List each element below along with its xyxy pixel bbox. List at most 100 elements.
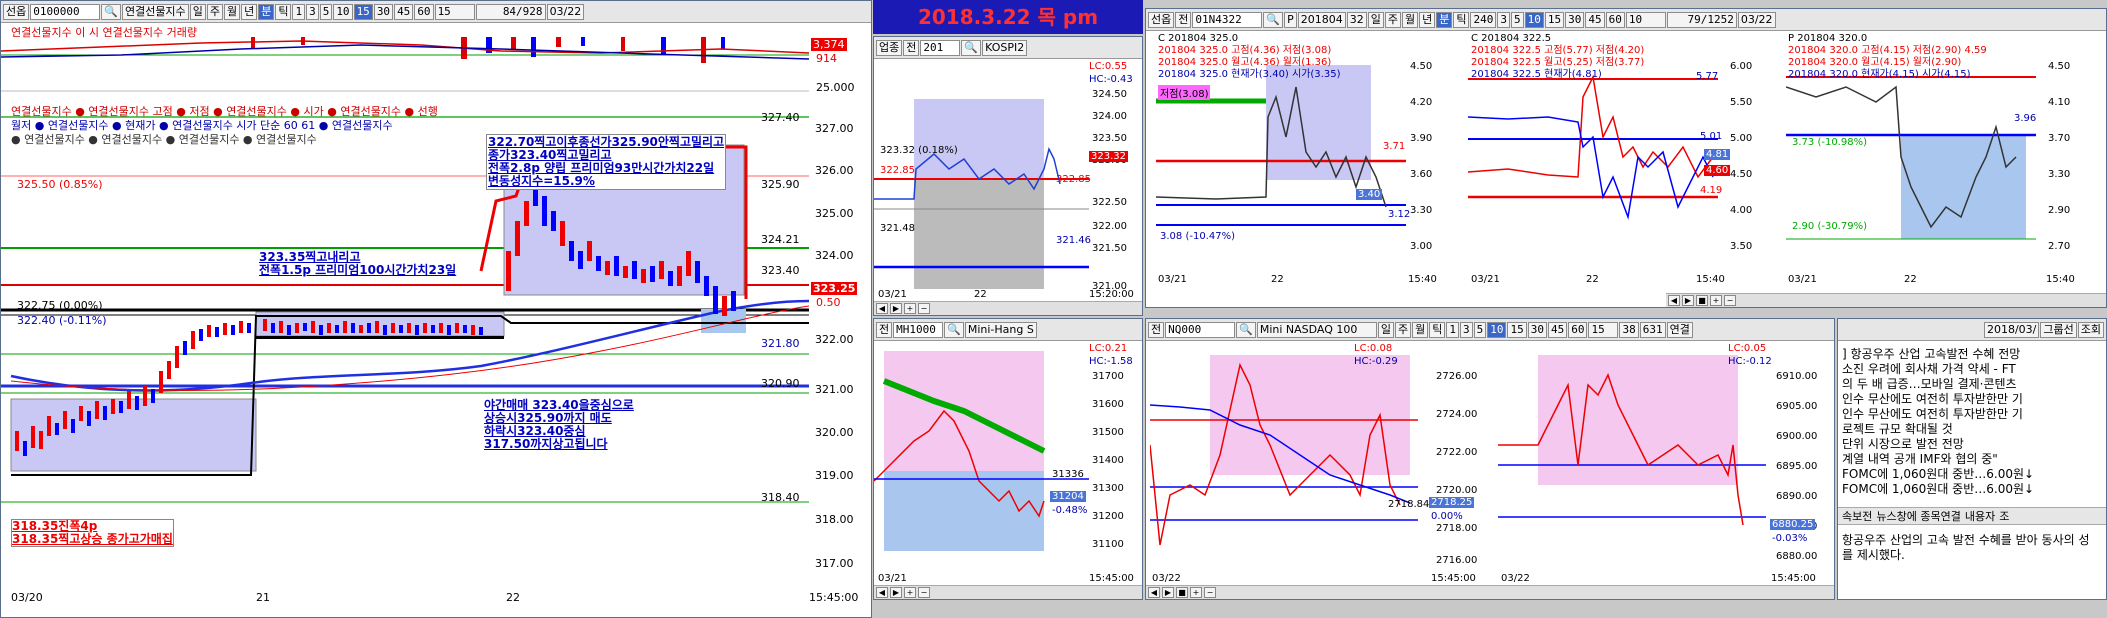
scroll-left-icon[interactable]: ◀ [876, 303, 888, 314]
zoom-out-icon[interactable]: − [918, 587, 930, 598]
news-item[interactable]: 인수 무산에도 여전히 투자받한만 기 [1842, 392, 2034, 407]
scroll-right-icon[interactable]: ▶ [890, 587, 902, 598]
tb-period-input[interactable]: 15 [434, 3, 475, 20]
nq-period[interactable]: 15 [1588, 321, 1619, 338]
opt-15[interactable]: 15 [1544, 11, 1565, 28]
opt-week[interactable]: 주 [1384, 11, 1401, 28]
news-extra-button[interactable]: 조 [1999, 508, 2009, 524]
opt-code[interactable]: 01N4322 [1192, 11, 1263, 28]
news-search-button[interactable]: 조회 [2077, 321, 2104, 338]
tb-market-select[interactable]: 선옵 [3, 3, 30, 20]
hang-code[interactable]: MH1000 [893, 321, 944, 338]
opt-year[interactable]: 년 [1419, 11, 1436, 28]
tb-45[interactable]: 45 [394, 3, 414, 20]
opt-tick[interactable]: 틱 [1453, 11, 1470, 28]
tb-60[interactable]: 60 [414, 3, 434, 20]
zoom-in-icon[interactable]: + [1710, 295, 1722, 306]
kospi-market-select[interactable]: 업종 [876, 39, 903, 56]
nq-tick[interactable]: 틱 [1429, 321, 1446, 338]
tb-minute[interactable]: 분 [258, 3, 275, 20]
zoom-in-icon[interactable]: + [904, 587, 916, 598]
tb-15[interactable]: 15 [353, 3, 373, 20]
scroll-right-icon[interactable]: ▶ [1162, 587, 1174, 598]
zoom-out-icon[interactable]: − [1724, 295, 1736, 306]
search-icon[interactable]: 🔍 [1263, 11, 1284, 28]
news-link-checkbox[interactable]: 뉴스창에 종목연결 [1876, 508, 1960, 524]
opt-period[interactable]: 10 [1625, 11, 1666, 28]
tb-day[interactable]: 일 [189, 3, 206, 20]
news-item[interactable]: 소진 우려에 회사채 가격 약세 - FT [1842, 362, 2034, 377]
opt-30[interactable]: 30 [1565, 11, 1585, 28]
kospi-scrollbar[interactable]: ◀ ▶ + − [874, 301, 1142, 315]
nq-5[interactable]: 5 [1473, 321, 1487, 338]
news-group[interactable]: 그룹선 [2040, 321, 2077, 338]
nq-10[interactable]: 10 [1487, 321, 1507, 338]
zoom-in-icon[interactable]: + [1190, 587, 1202, 598]
search-icon[interactable]: 🔍 [101, 3, 121, 20]
tb-30[interactable]: 30 [373, 3, 394, 20]
opt-market[interactable]: 선옵 [1148, 11, 1175, 28]
tb-tick[interactable]: 틱 [275, 3, 292, 20]
nq-15[interactable]: 15 [1507, 321, 1527, 338]
opt-3[interactable]: 3 [1497, 11, 1510, 28]
tb-month[interactable]: 월 [223, 3, 241, 20]
tb-3[interactable]: 3 [306, 3, 319, 20]
news-item[interactable]: 로젝트 규모 확대될 것 [1842, 422, 2034, 437]
news-item[interactable]: 인수 무산에도 여전히 투자받한만 기 [1842, 407, 2034, 422]
opt-day[interactable]: 일 [1367, 11, 1384, 28]
tb-5[interactable]: 5 [319, 3, 333, 20]
scroll-right-icon[interactable]: ▶ [890, 303, 902, 314]
news-item[interactable]: FOMC에 1,060원대 중반…6.00원↓ [1842, 482, 2034, 497]
opt-monthbtn[interactable]: 월 [1401, 11, 1419, 28]
news-item[interactable]: 의 두 배 급증…모바일 결제·콘텐츠 [1842, 377, 2034, 392]
news-item[interactable]: ] 항공우주 산업 고속발전 수혜 전망 [1842, 347, 2034, 362]
scroll-right-icon[interactable]: ▶ [1682, 295, 1694, 306]
opt-all[interactable]: 전 [1175, 11, 1192, 28]
nq-month[interactable]: 월 [1412, 321, 1429, 338]
nq-60[interactable]: 60 [1568, 321, 1588, 338]
options-scrollbar[interactable]: ◀ ▶ ■ + − [1666, 293, 2106, 307]
opt-45[interactable]: 45 [1585, 11, 1605, 28]
news-date-input[interactable]: 2018/03/ [1983, 321, 2040, 338]
search-icon[interactable]: 🔍 [1236, 321, 1256, 338]
zoom-in-icon[interactable]: + [904, 303, 916, 314]
kospi-all-button[interactable]: 전 [903, 39, 920, 56]
nq-30[interactable]: 30 [1527, 321, 1547, 338]
nq-link[interactable]: 연결 [1666, 321, 1693, 338]
scroll-left-icon[interactable]: ◀ [876, 587, 888, 598]
opt-10[interactable]: 10 [1524, 11, 1544, 28]
tb-year[interactable]: 년 [241, 3, 258, 20]
opt-date[interactable]: 03/22 [1737, 11, 1776, 28]
news-item[interactable]: 계열 내역 공개 IMF와 협의 중" [1842, 452, 2034, 467]
zoom-out-icon[interactable]: − [1204, 587, 1216, 598]
search-icon[interactable]: 🔍 [944, 321, 964, 338]
opt-240[interactable]: 240 [1470, 11, 1497, 28]
nq-3[interactable]: 3 [1459, 321, 1473, 338]
scroll-left-icon[interactable]: ◀ [1148, 587, 1160, 598]
opt-60[interactable]: 60 [1605, 11, 1625, 28]
nq-all[interactable]: 전 [1148, 321, 1165, 338]
search-icon[interactable]: 🔍 [961, 39, 982, 56]
tb-1[interactable]: 1 [292, 3, 306, 20]
nq-scrollbar[interactable]: ◀ ▶ ■ + − [1146, 585, 1834, 599]
stop-icon[interactable]: ■ [1176, 587, 1188, 598]
nq-week[interactable]: 주 [1394, 321, 1412, 338]
tb-10[interactable]: 10 [333, 3, 353, 20]
hang-scrollbar[interactable]: ◀ ▶ + − [874, 585, 1142, 599]
tb-week[interactable]: 주 [206, 3, 223, 20]
news-item[interactable]: 단위 시장으로 발전 전망 [1842, 437, 2034, 452]
zoom-out-icon[interactable]: − [918, 303, 930, 314]
news-content-checkbox[interactable]: 내용자 [1965, 508, 1995, 524]
tb-date-input[interactable]: 03/22 [546, 3, 585, 20]
news-item[interactable]: FOMC에 1,060원대 중반…6.00원↓ [1842, 467, 2034, 482]
opt-5[interactable]: 5 [1510, 11, 1524, 28]
opt-minute[interactable]: 분 [1436, 11, 1453, 28]
kospi-code-input[interactable]: 201 [920, 39, 961, 56]
news-breaking-tab[interactable]: 속보전 [1842, 508, 1872, 524]
nq-1[interactable]: 1 [1446, 321, 1459, 338]
nq-45[interactable]: 45 [1547, 321, 1568, 338]
stop-icon[interactable]: ■ [1696, 295, 1708, 306]
tb-code-input[interactable]: 0100000 [30, 3, 101, 20]
scroll-left-icon[interactable]: ◀ [1668, 295, 1680, 306]
hang-all[interactable]: 전 [876, 321, 893, 338]
